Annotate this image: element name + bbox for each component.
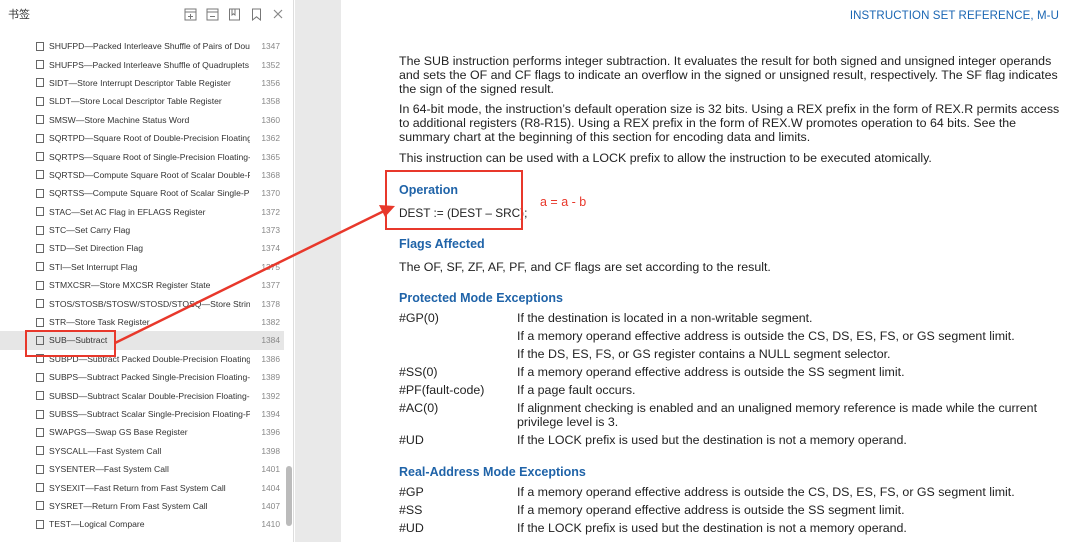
annotation-arrow <box>114 205 395 345</box>
